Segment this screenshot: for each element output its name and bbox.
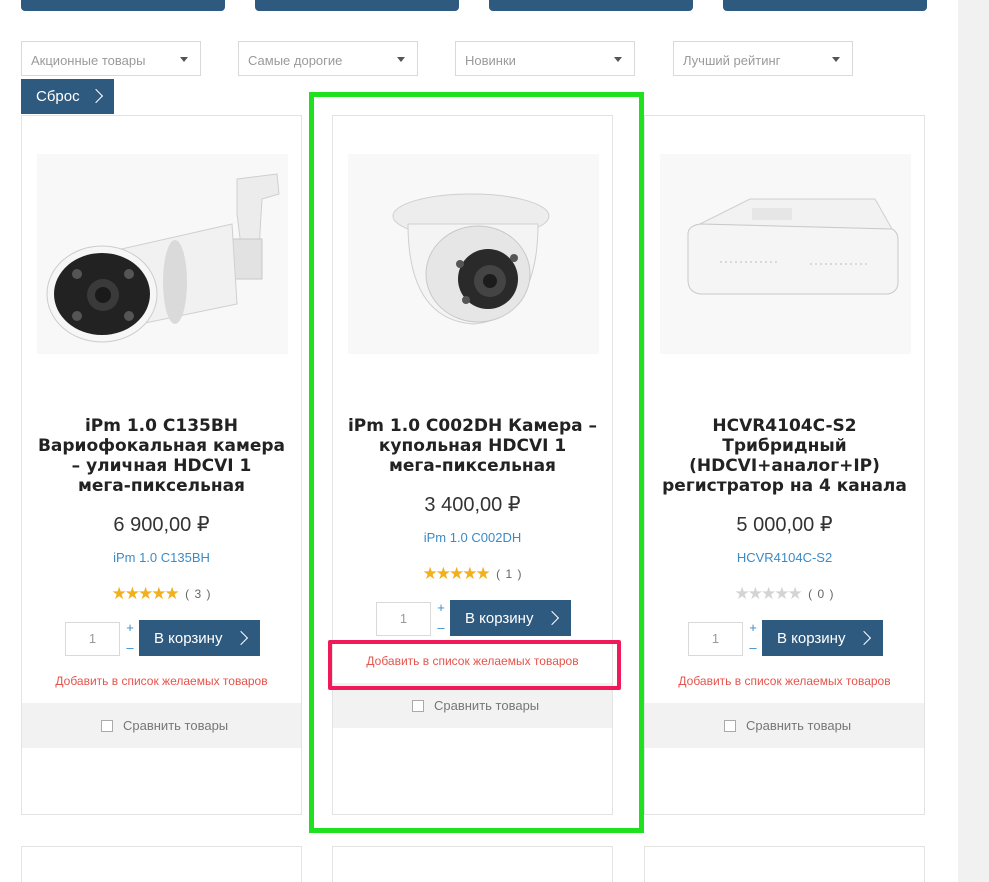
compare-label: Сравнить товары — [434, 698, 540, 713]
cart-label: В корзину — [777, 630, 846, 647]
top-nav-button-2[interactable] — [255, 0, 459, 11]
star-icon: ★ — [734, 584, 750, 603]
add-to-cart-button[interactable]: В корзину — [450, 600, 571, 636]
quantity-decrement-button[interactable]: – — [125, 641, 135, 654]
filter-rating-select[interactable]: Лучший рейтинг — [673, 41, 853, 76]
star-icon: ★ — [111, 584, 127, 603]
caret-down-icon — [180, 57, 188, 62]
star-icon: ★ — [151, 584, 166, 603]
add-to-cart-button[interactable]: В корзину — [139, 620, 260, 656]
rating: ★★★★★ ( 0 ) — [645, 584, 924, 603]
product-sku-link[interactable]: iPm 1.0 C135BH — [22, 550, 301, 565]
rating-count: ( 1 ) — [496, 567, 523, 581]
cart-label: В корзину — [154, 630, 223, 647]
add-to-wishlist-link[interactable]: Добавить в список желаемых товаров — [645, 674, 924, 688]
star-icon: ★ — [462, 564, 477, 583]
caret-down-icon — [832, 57, 840, 62]
star-icon: ★ — [435, 564, 451, 583]
rating-count: ( 3 ) — [185, 587, 212, 601]
bullet-camera-image[interactable] — [37, 154, 288, 354]
dvr-recorder-image[interactable] — [660, 154, 911, 354]
star-icon: ★ — [774, 584, 789, 603]
star-icon: ★ — [164, 584, 180, 603]
product-card: HCVR4104C-S2 Трибридный (HDCVI+аналог+IP… — [644, 115, 925, 815]
chevron-right-icon — [856, 630, 872, 646]
star-icon: ★ — [475, 564, 491, 583]
filter-label: Новинки — [465, 53, 516, 68]
chevron-right-icon — [88, 88, 104, 104]
star-icon: ★ — [761, 584, 776, 603]
add-to-cart-button[interactable]: В корзину — [762, 620, 883, 656]
product-title[interactable]: iPm 1.0 C002DH Камера – купольная HDCVI … — [343, 416, 602, 476]
product-sku-link[interactable]: iPm 1.0 C002DH — [333, 530, 612, 545]
filter-new-select[interactable]: Новинки — [455, 41, 635, 76]
product-title[interactable]: HCVR4104C-S2 Трибридный (HDCVI+аналог+IP… — [655, 416, 914, 496]
reset-filters-button[interactable]: Сброс — [21, 79, 114, 114]
product-card-next — [332, 846, 613, 882]
filter-label: Самые дорогие — [248, 53, 343, 68]
compare-checkbox[interactable] — [724, 720, 736, 732]
star-icon: ★ — [747, 584, 763, 603]
quantity-input[interactable]: 1 — [688, 622, 743, 656]
quantity-increment-button[interactable]: + — [436, 601, 446, 614]
add-to-wishlist-link[interactable]: Добавить в список желаемых товаров — [22, 674, 301, 688]
product-sku-link[interactable]: HCVR4104C-S2 — [645, 550, 924, 565]
product-card: iPm 1.0 C002DH Камера – купольная HDCVI … — [332, 115, 613, 815]
product-card-next — [644, 846, 925, 882]
star-icon: ★ — [124, 584, 140, 603]
caret-down-icon — [614, 57, 622, 62]
rating-count: ( 0 ) — [808, 587, 835, 601]
product-price: 6 900,00 ₽ — [113, 514, 210, 536]
filter-expensive-select[interactable]: Самые дорогие — [238, 41, 418, 76]
compare-checkbox[interactable] — [412, 700, 424, 712]
cart-label: В корзину — [465, 610, 534, 627]
dome-camera-image[interactable] — [348, 154, 599, 354]
reset-label: Сброс — [36, 88, 80, 105]
compare-checkbox[interactable] — [101, 720, 113, 732]
product-price: 5 000,00 ₽ — [736, 514, 833, 536]
quantity-decrement-button[interactable]: – — [748, 641, 758, 654]
quantity-increment-button[interactable]: + — [125, 621, 135, 634]
quantity-input[interactable]: 1 — [376, 602, 431, 636]
rating: ★★★★★ ( 1 ) — [333, 564, 612, 583]
add-to-wishlist-link[interactable]: Добавить в список желаемых товаров — [333, 654, 612, 668]
rating: ★★★★★ ( 3 ) — [22, 584, 301, 603]
quantity-increment-button[interactable]: + — [748, 621, 758, 634]
top-nav-button-4[interactable] — [723, 0, 927, 11]
star-icon: ★ — [422, 564, 438, 583]
filter-label: Акционные товары — [31, 53, 146, 68]
chevron-right-icon — [544, 610, 560, 626]
product-price: 3 400,00 ₽ — [424, 494, 521, 516]
compare-label: Сравнить товары — [123, 718, 229, 733]
compare-row[interactable]: Сравнить товары — [22, 703, 301, 748]
star-icon: ★ — [787, 584, 803, 603]
compare-row[interactable]: Сравнить товары — [645, 703, 924, 748]
top-nav-button-1[interactable] — [21, 0, 225, 11]
quantity-decrement-button[interactable]: – — [436, 621, 446, 634]
chevron-right-icon — [233, 630, 249, 646]
top-nav-button-3[interactable] — [489, 0, 693, 11]
caret-down-icon — [397, 57, 405, 62]
filter-label: Лучший рейтинг — [683, 53, 781, 68]
star-icon: ★ — [449, 564, 464, 583]
product-card: iPm 1.0 C135BH Вариофокальная камера – у… — [21, 115, 302, 815]
star-icon: ★ — [138, 584, 153, 603]
quantity-input[interactable]: 1 — [65, 622, 120, 656]
compare-row[interactable]: Сравнить товары — [333, 683, 612, 728]
filter-promo-select[interactable]: Акционные товары — [21, 41, 201, 76]
compare-label: Сравнить товары — [746, 718, 852, 733]
product-card-next — [21, 846, 302, 882]
page-gutter — [958, 0, 989, 882]
product-title[interactable]: iPm 1.0 C135BH Вариофокальная камера – у… — [32, 416, 291, 496]
